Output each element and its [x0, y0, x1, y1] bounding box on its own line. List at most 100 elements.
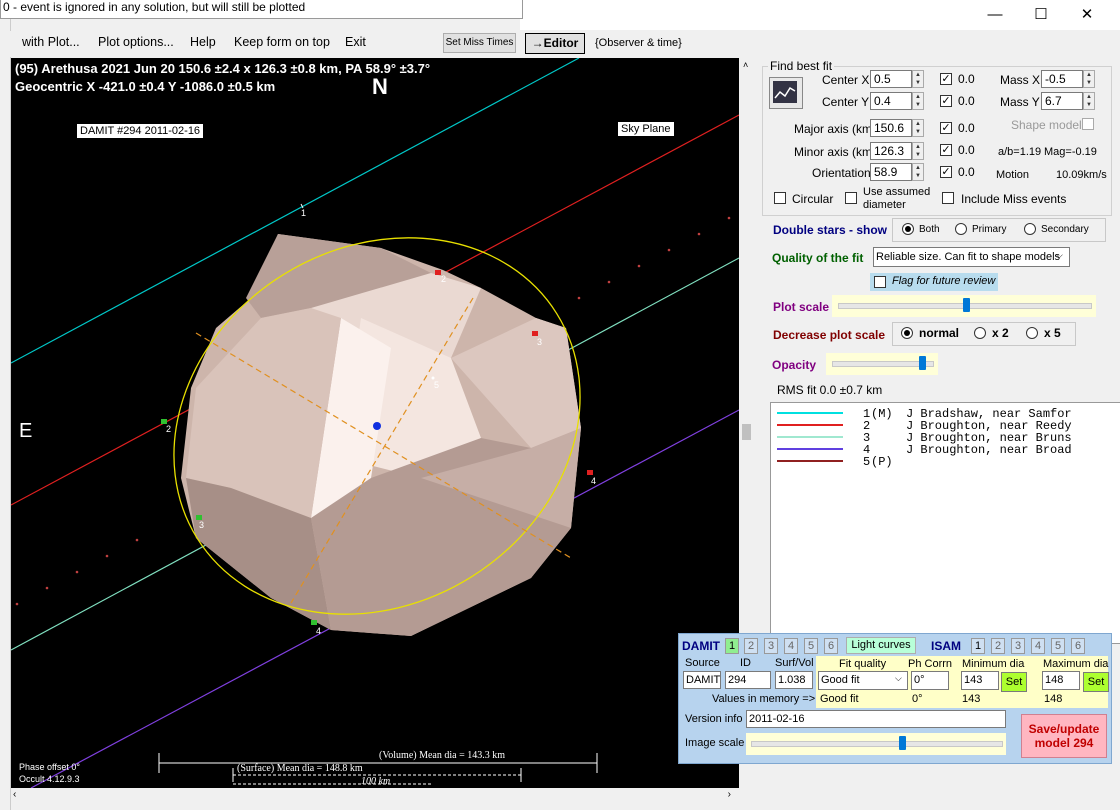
mass-y-spinner[interactable]: ▲ ▼ — [1083, 92, 1095, 110]
plot-scale-label: Plot scale — [773, 300, 830, 314]
minimize-button[interactable]: — — [972, 4, 1018, 26]
quality-label: Quality of the fit — [772, 251, 864, 265]
light-curves-button[interactable]: Light curves — [846, 637, 916, 654]
both-radio[interactable] — [902, 223, 914, 235]
memory-max-dia: 148 — [1044, 693, 1063, 705]
center-y-spinner[interactable]: ▲ ▼ — [912, 92, 924, 110]
surfvol-label: Surf/Vol — [775, 657, 814, 669]
editor-button[interactable]: →Editor — [525, 33, 585, 54]
menu-plot-options[interactable]: Plot options... — [98, 35, 174, 49]
min-dia-set-button[interactable]: Set — [1001, 672, 1027, 692]
minor-axis-input[interactable]: 126.3 — [870, 142, 912, 160]
opacity-slider[interactable] — [832, 356, 934, 370]
scroll-left-icon[interactable]: ‹ — [13, 789, 16, 800]
motion-label: Motion — [996, 169, 1030, 181]
major-axis-checkbox[interactable]: ✓ — [940, 122, 952, 134]
close-button[interactable]: ✕ — [1064, 4, 1110, 26]
use-assumed-checkbox[interactable] — [845, 192, 857, 204]
center-y-label: Center Y — [822, 95, 870, 109]
menu-with-plot[interactable]: with Plot... — [22, 35, 80, 49]
image-scale-thumb[interactable] — [899, 736, 906, 750]
quality-select[interactable]: Reliable size. Can fit to shape models — [873, 247, 1070, 267]
x2-radio[interactable] — [974, 327, 986, 339]
maximize-button[interactable]: ☐ — [1018, 4, 1064, 26]
menu-exit[interactable]: Exit — [345, 35, 366, 49]
damit-tab-2[interactable]: 2 — [744, 638, 758, 654]
minor-axis-fixed: 0.0 — [958, 143, 975, 157]
circular-checkbox[interactable] — [774, 192, 786, 204]
x5-radio[interactable] — [1026, 327, 1038, 339]
isam-tab-4[interactable]: 4 — [1031, 638, 1045, 654]
max-dia-set-button[interactable]: Set — [1083, 672, 1109, 692]
mass-x-input[interactable]: -0.5 — [1041, 70, 1083, 88]
opacity-thumb[interactable] — [919, 356, 926, 370]
secondary-radio[interactable] — [1024, 223, 1036, 235]
min-dia-field[interactable]: 143 — [961, 671, 999, 690]
center-x-spinner[interactable]: ▲ ▼ — [912, 70, 924, 88]
observer-time-link[interactable]: {Observer & time} — [595, 37, 682, 49]
horizontal-scrollbar[interactable]: ‹ › — [11, 788, 739, 804]
damit-tab-5[interactable]: 5 — [804, 638, 818, 654]
surfvol-field[interactable]: 1.038 — [775, 671, 813, 689]
orientation-spinner[interactable]: ▲ ▼ — [912, 163, 924, 181]
shape-model — [181, 234, 581, 636]
center-y-checkbox[interactable]: ✓ — [940, 95, 952, 107]
opacity-label: Opacity — [772, 358, 817, 372]
isam-tab-3[interactable]: 3 — [1011, 638, 1025, 654]
damit-tab-6[interactable]: 6 — [824, 638, 838, 654]
menu-keep-on-top[interactable]: Keep form on top — [234, 35, 330, 49]
damit-tab-3[interactable]: 3 — [764, 638, 778, 654]
both-label: Both — [919, 224, 940, 235]
plot-canvas[interactable]: (95) Arethusa 2021 Jun 20 150.6 ±2.4 x 1… — [11, 58, 739, 788]
legend-line — [777, 424, 843, 426]
major-axis-input[interactable]: 150.6 — [870, 119, 912, 137]
magnitude: Mag=-0.19 — [1044, 146, 1097, 158]
plot-scale-slider[interactable] — [838, 298, 1092, 312]
flag-review-checkbox[interactable] — [874, 276, 886, 288]
isam-tab-1[interactable]: 1 — [971, 638, 985, 654]
menu-help[interactable]: Help — [190, 35, 216, 49]
scroll-right-icon[interactable]: › — [728, 789, 731, 800]
orientation-input[interactable]: 58.9 — [870, 163, 912, 181]
max-dia-field[interactable]: 148 — [1042, 671, 1080, 690]
scroll-up-icon[interactable]: ˄ — [743, 60, 748, 70]
mass-y-input[interactable]: 6.7 — [1041, 92, 1083, 110]
chevron-down-icon[interactable]: ⌵ — [1056, 250, 1063, 261]
save-update-button[interactable]: Save/update model 294 — [1021, 714, 1107, 758]
background-window-strip — [0, 0, 11, 810]
plot-scale-thumb[interactable] — [963, 298, 970, 312]
image-scale-slider[interactable] — [751, 736, 1003, 750]
shape-model-checkbox[interactable] — [1082, 118, 1094, 130]
mass-x-spinner[interactable]: ▲ ▼ — [1083, 70, 1095, 88]
isam-tab-5[interactable]: 5 — [1051, 638, 1065, 654]
ab-ratio: a/b=1.19 — [998, 146, 1042, 158]
chevron-down-icon[interactable]: ⌵ — [895, 673, 902, 684]
damit-tab-4[interactable]: 4 — [784, 638, 798, 654]
center-y-input[interactable]: 0.4 — [870, 92, 912, 110]
legend-tag: (M) — [871, 407, 893, 421]
values-in-memory-label: Values in memory => — [712, 693, 816, 705]
observer-legend-list[interactable]: 1 (M) J Bradshaw, near Samfor 2 J Brough… — [770, 402, 1120, 644]
center-x-fixed: 0.0 — [958, 72, 975, 86]
isam-tab-6[interactable]: 6 — [1071, 638, 1085, 654]
set-miss-times-button[interactable]: Set Miss Times — [443, 33, 516, 53]
minor-axis-checkbox[interactable]: ✓ — [940, 144, 952, 156]
menu-bar: with Plot... Plot options... Help Keep f… — [10, 31, 740, 57]
include-miss-checkbox[interactable] — [942, 192, 954, 204]
primary-radio[interactable] — [955, 223, 967, 235]
version-info-field[interactable]: 2011-02-16 — [746, 710, 1006, 728]
isam-tab-2[interactable]: 2 — [991, 638, 1005, 654]
minor-axis-spinner[interactable]: ▲ ▼ — [912, 142, 924, 160]
orientation-checkbox[interactable]: ✓ — [940, 166, 952, 178]
center-x-checkbox[interactable]: ✓ — [940, 73, 952, 85]
major-axis-spinner[interactable]: ▲ ▼ — [912, 119, 924, 137]
id-field[interactable]: 294 — [725, 671, 771, 689]
auto-fit-button[interactable] — [769, 77, 803, 109]
scroll-thumb[interactable] — [742, 424, 751, 440]
source-field[interactable]: DAMIT — [683, 671, 721, 689]
ph-corrn-field[interactable]: 0° — [911, 671, 949, 690]
damit-tab-1[interactable]: 1 — [725, 638, 739, 654]
normal-radio[interactable] — [901, 327, 913, 339]
center-x-input[interactable]: 0.5 — [870, 70, 912, 88]
damit-model-label: DAMIT #294 2011-02-16 — [77, 124, 204, 138]
